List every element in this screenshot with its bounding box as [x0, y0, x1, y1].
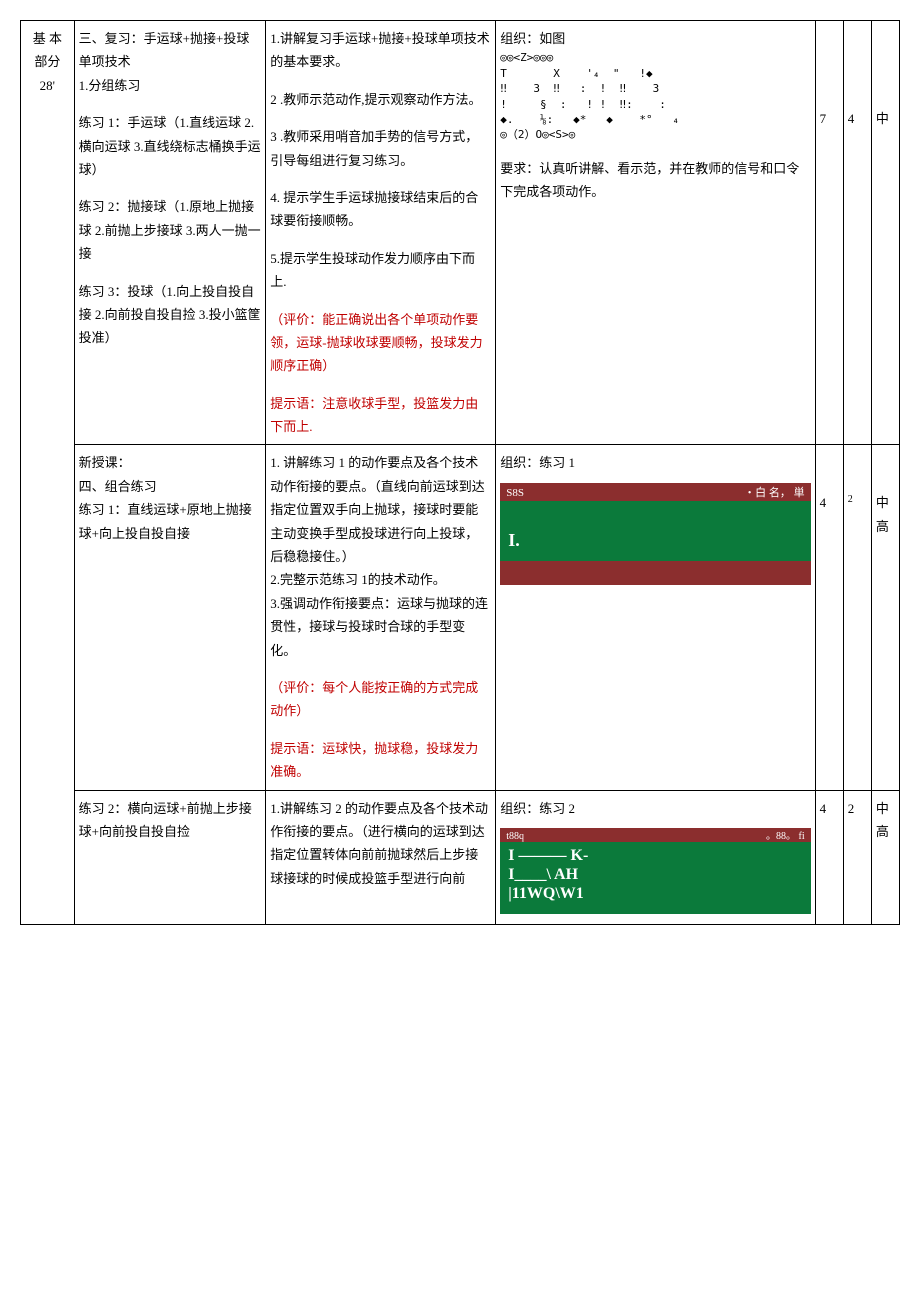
formation-diagram: ◎◎<Z>◎◎◎ T X '₄ " !◆ ‼ 3 ‼ : ! ‼ 3 ! § :… [500, 50, 810, 142]
num-value: 7 [820, 107, 839, 130]
content-cell-2: 新授课： 四、组合练习 练习 1：直线运球+原地上抛接球+向上投自投自接 [74, 445, 266, 790]
img2-line: I____\ AH [508, 865, 802, 884]
section-label-2: 部分 [34, 50, 60, 73]
teacher-note: 1.讲解复习手运球+抛接+投球单项技术的基本要求。 [270, 27, 491, 74]
teacher-cell-1: 1.讲解复习手运球+抛接+投球单项技术的基本要求。 2 .教师示范动作,提示观察… [266, 21, 496, 445]
diagram-image-1: S8S ・白 名， 単 I. [500, 483, 810, 593]
table-row: 练习 2：横向运球+前抛上步接球+向前投自投自捡 1.讲解练习 2 的动作要点及… [21, 790, 900, 924]
teacher-note: 2.完整示范练习 1的技术动作。 [270, 568, 491, 591]
img2-line: |11WQ\W1 [508, 884, 802, 903]
level-cell: 中 高 [871, 445, 899, 790]
level-cell: 中 [871, 21, 899, 445]
section-cell: 基 本 部分 28' [21, 21, 75, 925]
img2-top-left: t88q [506, 828, 524, 842]
review-sub: 1.分组练习 [79, 74, 262, 97]
teacher-note: 4. 提示学生手运球抛接球结束后的合球要衔接顺畅。 [270, 186, 491, 233]
org-cell-1: 组织：如图 ◎◎<Z>◎◎◎ T X '₄ " !◆ ‼ 3 ‼ : ! ‼ 3… [496, 21, 815, 445]
num-value: 4 [848, 107, 867, 130]
org-cell-3: 组织：练习 2 t88q 。88。 fi I ——— K- I____\ AH … [496, 790, 815, 924]
evaluation: （评价：每个人能按正确的方式完成动作） [270, 676, 491, 723]
img-top-right: ・白 名， 単 [744, 484, 805, 500]
level-value: 高 [876, 820, 895, 843]
combo-exercise: 练习 2：横向运球+前抛上步接球+向前投自投自捡 [79, 797, 262, 844]
lesson-plan-table: 基 本 部分 28' 三、复习：手运球+抛接+投球单项技术 1.分组练习 练习 … [20, 20, 900, 925]
num-value: 4 [820, 797, 839, 820]
combo-title: 四、组合练习 [79, 475, 262, 498]
num-value: 2 [848, 491, 867, 509]
level-value: 中 [876, 107, 895, 130]
num-cell: 2 [843, 790, 871, 924]
img-mid: I. [508, 524, 520, 556]
num-value: 4 [820, 491, 839, 514]
new-lesson: 新授课： [79, 451, 262, 474]
org-title: 组织：如图 [500, 27, 810, 50]
img-top-left: S8S [506, 484, 524, 500]
level-value: 中 [876, 491, 895, 514]
num-cell: 4 [815, 445, 843, 790]
level-value: 高 [876, 515, 895, 538]
exercise-1: 练习 1：手运球（1.直线运球 2.横向运球 3.直线绕标志桶换手运球） [79, 111, 262, 181]
teacher-note: 3.强调动作衔接要点：运球与抛球的连贯性，接球与投球时合球的手型变化。 [270, 592, 491, 662]
img2-line: I ——— K- [508, 846, 802, 865]
teacher-note: 1.讲解练习 2 的动作要点及各个技术动作衔接的要点。（进行横向的运球到达指定位… [270, 797, 491, 891]
num-cell: 7 [815, 21, 843, 445]
level-cell: 中 高 [871, 790, 899, 924]
section-label-1: 基 本 [33, 27, 62, 50]
teacher-note: 5.提示学生投球动作发力顺序由下而上. [270, 247, 491, 294]
org-requirement: 要求：认真听讲解、看示范，并在教师的信号和口令下完成各项动作。 [500, 157, 810, 204]
teacher-cell-2: 1. 讲解练习 1 的动作要点及各个技术动作衔接的要点。（直线向前运球到达指定位… [266, 445, 496, 790]
table-row: 基 本 部分 28' 三、复习：手运球+抛接+投球单项技术 1.分组练习 练习 … [21, 21, 900, 445]
teacher-note: 1. 讲解练习 1 的动作要点及各个技术动作衔接的要点。（直线向前运球到达指定位… [270, 451, 491, 568]
combo-exercise: 练习 1：直线运球+原地上抛接球+向上投自投自接 [79, 498, 262, 545]
num-value: 2 [848, 797, 867, 820]
teacher-note: 2 .教师示范动作,提示观察动作方法。 [270, 88, 491, 111]
num-cell: 4 [815, 790, 843, 924]
exercise-2: 练习 2：抛接球（1.原地上抛接球 2.前抛上步接球 3.两人一抛一接 [79, 195, 262, 265]
diagram-image-2: t88q 。88。 fi I ——— K- I____\ AH |11WQ\W1 [500, 828, 810, 918]
evaluation: （评价：能正确说出各个单项动作要领，运球-抛球收球要顺畅，投球发力顺序正确） [270, 308, 491, 378]
level-value: 中 [876, 797, 895, 820]
teacher-cell-3: 1.讲解练习 2 的动作要点及各个技术动作衔接的要点。（进行横向的运球到达指定位… [266, 790, 496, 924]
exercise-3: 练习 3：投球（1.向上投自投自接 2.向前投自投自捡 3.投小篮筐投准） [79, 280, 262, 350]
content-cell-1: 三、复习：手运球+抛接+投球单项技术 1.分组练习 练习 1：手运球（1.直线运… [74, 21, 266, 445]
num-cell: 2 [843, 445, 871, 790]
content-cell-3: 练习 2：横向运球+前抛上步接球+向前投自投自捡 [74, 790, 266, 924]
section-minutes: 28' [40, 74, 55, 97]
hint: 提示语：注意收球手型，投篮发力由下而上. [270, 392, 491, 439]
org-cell-2: 组织：练习 1 S8S ・白 名， 単 I. [496, 445, 815, 790]
hint: 提示语：运球快，抛球稳，投球发力准确。 [270, 737, 491, 784]
table-row: 新授课： 四、组合练习 练习 1：直线运球+原地上抛接球+向上投自投自接 1. … [21, 445, 900, 790]
review-title: 三、复习：手运球+抛接+投球单项技术 [79, 27, 262, 74]
org-title: 组织：练习 2 [500, 797, 810, 820]
org-title: 组织：练习 1 [500, 451, 810, 474]
num-cell: 4 [843, 21, 871, 445]
img2-top-right: 。88。 fi [766, 828, 805, 842]
teacher-note: 3 .教师采用哨音加手势的信号方式，引导每组进行复习练习。 [270, 125, 491, 172]
